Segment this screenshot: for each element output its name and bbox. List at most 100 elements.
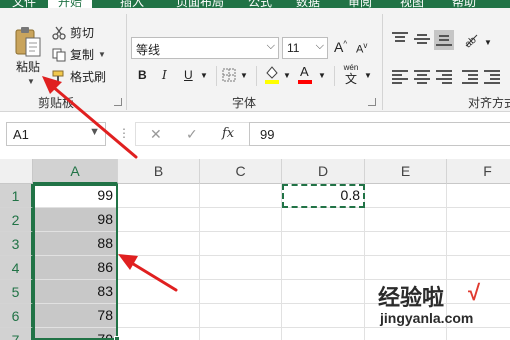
- cell[interactable]: [118, 304, 200, 328]
- font-size-select[interactable]: 11 ⌵: [282, 37, 328, 59]
- tab-insert[interactable]: 插入: [120, 0, 144, 8]
- bold-button[interactable]: B: [138, 68, 147, 82]
- italic-button[interactable]: I: [162, 68, 167, 82]
- cell[interactable]: [118, 184, 200, 208]
- enter-icon[interactable]: ✓: [186, 126, 198, 143]
- cell[interactable]: [200, 208, 282, 232]
- tab-data[interactable]: 数据: [296, 0, 320, 8]
- cell[interactable]: [118, 280, 200, 304]
- borders-icon[interactable]: [222, 68, 236, 82]
- format-painter-button[interactable]: 格式刷: [52, 68, 106, 85]
- cell[interactable]: [282, 208, 365, 232]
- insert-function-button[interactable]: fx: [222, 126, 234, 141]
- tab-file[interactable]: 文件: [12, 0, 36, 8]
- underline-button[interactable]: U: [184, 68, 193, 82]
- cell[interactable]: [282, 232, 365, 256]
- cell[interactable]: [365, 208, 447, 232]
- clipboard-launcher-icon[interactable]: [114, 98, 122, 106]
- cell[interactable]: [200, 184, 282, 208]
- column-header-d[interactable]: D: [282, 159, 365, 184]
- row-header-3[interactable]: 3: [0, 232, 33, 256]
- row-header-1[interactable]: 1: [0, 184, 33, 208]
- chevron-down-icon[interactable]: ▼: [484, 38, 492, 47]
- align-right-icon[interactable]: [436, 70, 452, 84]
- cut-button[interactable]: 剪切: [52, 24, 94, 41]
- shrink-font-button[interactable]: Av: [356, 41, 367, 56]
- tab-view[interactable]: 视图: [400, 0, 424, 8]
- increase-indent-icon[interactable]: [484, 70, 500, 84]
- fill-color-icon[interactable]: [264, 64, 280, 84]
- cell[interactable]: [200, 280, 282, 304]
- tab-help[interactable]: 帮助: [452, 0, 476, 8]
- fill-handle[interactable]: [114, 336, 120, 340]
- paste-dropdown-icon[interactable]: ▼: [27, 77, 35, 86]
- tab-home[interactable]: 开始: [48, 0, 93, 8]
- cell[interactable]: [447, 232, 510, 256]
- cell-a4[interactable]: 86: [33, 256, 118, 280]
- cell[interactable]: [118, 256, 200, 280]
- cell-a7[interactable]: 70: [33, 328, 118, 340]
- cell-a2[interactable]: 98: [33, 208, 118, 232]
- cell[interactable]: [447, 184, 510, 208]
- tab-review[interactable]: 审阅: [348, 0, 372, 8]
- cell[interactable]: [447, 208, 510, 232]
- cancel-icon[interactable]: ✕: [150, 126, 162, 143]
- row-header-4[interactable]: 4: [0, 256, 33, 280]
- middle-align-icon[interactable]: [414, 32, 430, 46]
- column-header-b[interactable]: B: [118, 159, 200, 184]
- tab-formulas[interactable]: 公式: [248, 0, 272, 8]
- font-launcher-icon[interactable]: [368, 98, 376, 106]
- cell[interactable]: [365, 232, 447, 256]
- cell[interactable]: [200, 256, 282, 280]
- column-header-f[interactable]: F: [447, 159, 510, 184]
- chevron-down-icon[interactable]: ▼: [89, 126, 100, 138]
- column-header-a[interactable]: A: [33, 159, 118, 184]
- row-header-2[interactable]: 2: [0, 208, 33, 232]
- cell[interactable]: [200, 328, 282, 340]
- tab-page-layout[interactable]: 页面布局: [176, 0, 224, 8]
- align-left-icon[interactable]: [392, 70, 408, 84]
- bottom-align-button[interactable]: [434, 30, 454, 50]
- cell[interactable]: [365, 184, 447, 208]
- cell[interactable]: [118, 328, 200, 340]
- top-align-icon[interactable]: [392, 32, 408, 46]
- grow-font-button[interactable]: A^: [334, 39, 347, 55]
- cell[interactable]: [282, 304, 365, 328]
- decrease-indent-icon[interactable]: [462, 70, 478, 84]
- chevron-down-icon[interactable]: ▼: [200, 71, 208, 80]
- cell-a6[interactable]: 78: [33, 304, 118, 328]
- select-all-corner[interactable]: [0, 159, 33, 184]
- chevron-down-icon[interactable]: ▼: [283, 71, 291, 80]
- more-icon[interactable]: ⋮: [118, 126, 130, 140]
- chevron-down-icon[interactable]: ▼: [240, 71, 248, 80]
- copy-dropdown-icon[interactable]: ▼: [98, 50, 106, 59]
- cell[interactable]: [282, 328, 365, 340]
- cell-a3[interactable]: 88: [33, 232, 118, 256]
- cell[interactable]: [365, 256, 447, 280]
- cell[interactable]: [200, 232, 282, 256]
- font-color-button[interactable]: A: [298, 64, 312, 84]
- font-name-select[interactable]: 等线 ⌵: [131, 37, 279, 59]
- chevron-down-icon[interactable]: ▼: [318, 71, 326, 80]
- formula-input[interactable]: 99: [249, 122, 510, 146]
- cell[interactable]: [118, 232, 200, 256]
- chevron-down-icon[interactable]: ▼: [364, 71, 372, 80]
- row-header-6[interactable]: 6: [0, 304, 33, 328]
- cell[interactable]: [200, 304, 282, 328]
- name-box[interactable]: A1 ▼: [6, 122, 106, 146]
- align-center-icon[interactable]: [414, 70, 430, 84]
- cell-a1[interactable]: 99: [33, 184, 118, 208]
- cell-a5[interactable]: 83: [33, 280, 118, 304]
- orientation-icon[interactable]: ab: [462, 30, 480, 48]
- cell[interactable]: [282, 256, 365, 280]
- cell-d1[interactable]: 0.8: [282, 184, 365, 208]
- cell[interactable]: [118, 208, 200, 232]
- row-header-7[interactable]: 7: [0, 328, 33, 340]
- column-header-e[interactable]: E: [365, 159, 447, 184]
- phonetic-button[interactable]: wén 文: [340, 63, 362, 89]
- copy-button[interactable]: 复制 ▼: [52, 46, 106, 63]
- cell[interactable]: [447, 256, 510, 280]
- row-header-5[interactable]: 5: [0, 280, 33, 304]
- column-header-c[interactable]: C: [200, 159, 282, 184]
- cell[interactable]: [282, 280, 365, 304]
